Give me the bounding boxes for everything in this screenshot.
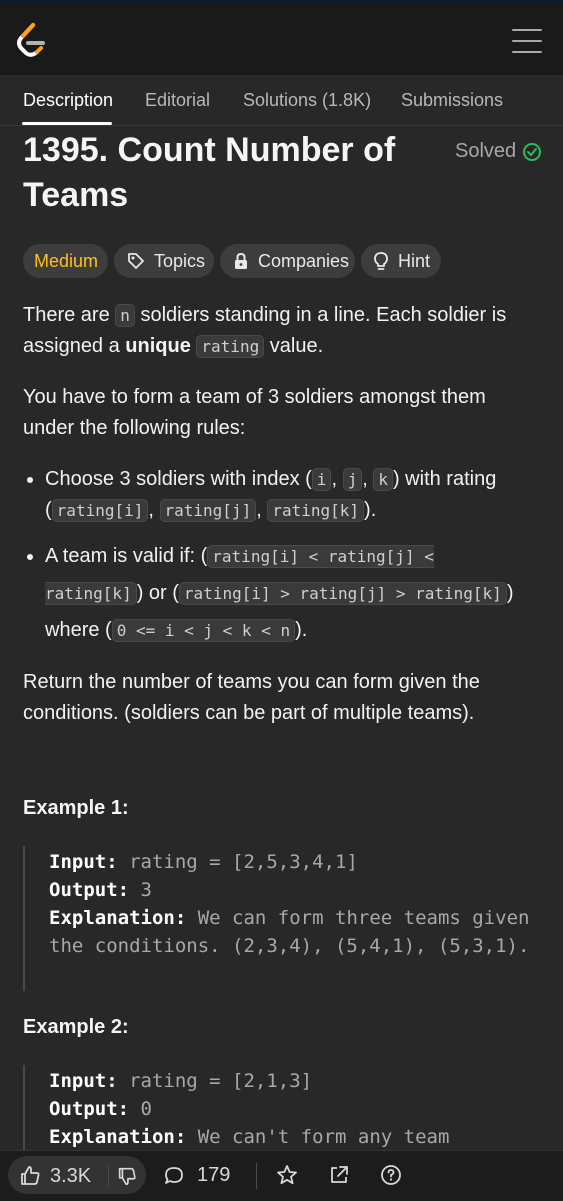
companies-label: Companies <box>258 250 350 271</box>
tag-icon <box>128 253 144 269</box>
inline-code: rating <box>196 335 265 358</box>
comment-bubble-icon <box>165 1166 183 1184</box>
description-paragraph-2: You have to form a team of 3 soldiers am… <box>23 386 486 439</box>
tab-editorial[interactable]: Editorial <box>145 90 210 111</box>
favorite-button[interactable] <box>276 1164 298 1186</box>
external-link-icon <box>331 1166 348 1183</box>
question-circle-icon <box>381 1165 401 1185</box>
difficulty-label: Medium <box>34 250 99 271</box>
tab-solutions[interactable]: Solutions (1.8K) <box>243 90 371 111</box>
leetcode-logo-icon[interactable] <box>12 21 50 59</box>
thumbs-down-icon <box>118 1167 136 1186</box>
hint-chip[interactable]: Hint <box>361 244 441 278</box>
comment-count: 179 <box>197 1164 231 1186</box>
tab-submissions[interactable]: Submissions <box>401 90 503 111</box>
tab-description[interactable]: Description <box>23 90 113 111</box>
solved-status: Solved <box>455 140 542 163</box>
lightbulb-icon <box>374 252 388 270</box>
topics-label: Topics <box>154 250 206 271</box>
top-bar <box>0 0 563 75</box>
lock-icon <box>235 252 247 269</box>
rules-list: Choose 3 soldiers with index (i, j, k) w… <box>23 464 538 649</box>
hint-label: Hint <box>398 250 431 271</box>
bottom-action-bar: 3.3K 179 <box>0 1150 563 1201</box>
topics-chip[interactable]: Topics <box>114 244 214 278</box>
share-button[interactable] <box>328 1164 350 1186</box>
rule-item-1: Choose 3 soldiers with index (i, j, k) w… <box>45 464 538 526</box>
description-paragraph-3: Return the number of teams you can form … <box>23 671 480 724</box>
solved-label: Solved <box>455 140 517 162</box>
thumbs-up-icon <box>21 1166 40 1185</box>
vote-divider <box>108 1165 109 1187</box>
hamburger-menu-icon[interactable] <box>512 29 542 53</box>
description-paragraph-1: There are n soldiers standing in a line.… <box>23 304 507 358</box>
like-count: 3.3K <box>50 1164 92 1187</box>
example-1-block: Input: rating = [2,5,3,4,1] Output: 3 Ex… <box>23 846 543 991</box>
companies-chip[interactable]: Companies <box>220 244 355 278</box>
dislike-button[interactable] <box>116 1165 138 1187</box>
check-circle-icon <box>523 142 542 161</box>
example-2-block: Input: rating = [2,1,3] Output: 0 Explan… <box>23 1065 543 1150</box>
problem-tabs: Description Editorial Solutions (1.8K) S… <box>0 75 563 126</box>
difficulty-badge: Medium <box>23 244 108 278</box>
star-icon <box>277 1165 297 1185</box>
help-button[interactable] <box>380 1164 402 1186</box>
rule-item-2: A team is valid if: (rating[i] < rating[… <box>45 538 538 649</box>
comments-button[interactable]: 179 <box>163 1164 230 1187</box>
example-1-title: Example 1: <box>23 797 129 819</box>
toolbar-divider <box>256 1163 257 1189</box>
problem-title: 1395. Count Number of Teams <box>23 131 396 214</box>
active-tab-indicator <box>22 122 112 125</box>
inline-code: n <box>115 304 135 327</box>
example-2-title: Example 2: <box>23 1016 129 1038</box>
like-button[interactable]: 3.3K <box>18 1164 91 1188</box>
problem-description: There are n soldiers standing in a line.… <box>23 300 538 749</box>
